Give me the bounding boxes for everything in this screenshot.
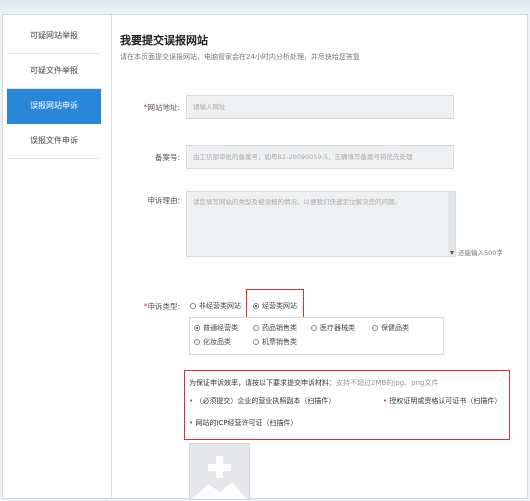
sidebar-item-suspicious-site-report[interactable]: 可疑网站举报 [7,19,101,54]
textarea-scrollbar[interactable] [448,192,455,256]
upload-button[interactable] [189,443,250,500]
page-frame: 可疑网站举报 可疑文件举报 误报网站申诉 误报文件申诉 我要提交误报网站 请在本… [2,14,528,500]
sidebar-item-suspicious-file-report[interactable]: 可疑文件举报 [7,54,101,89]
requirement-business-license: • （必须提交）企业的营业执照副本（扫描件） [189,397,336,405]
radio-icon [253,339,259,345]
icp-label: 备案号: [154,153,180,162]
requirement-authorization: • 授权证明或资格认可证书（扫描件） [383,397,502,405]
url-label: *网站地址: [143,103,180,112]
suboption-air-ticket-sales[interactable]: 机票销售类 [253,337,297,347]
suboption-drug-sales[interactable]: 药品销售类 [253,323,297,333]
sidebar-item-false-positive-site-appeal[interactable]: 误报网站申诉 [7,89,101,124]
main-content: 我要提交误报网站 请在本页面提交误报网站，电脑管家会在24小时内分析处理，并尽快… [112,15,526,500]
url-input[interactable]: 请输入网址 [186,95,454,119]
reason-placeholder: 请您填写网站的类型及被误报的情况，以便我们快速定位解决您的问题。 [193,198,401,206]
upload-hint: 支持不超过2MB的jpg、png文件 [336,379,439,387]
requirement-icp-license: • 网站的ICP经营许可证（扫描件） [189,419,298,427]
radio-icon [253,325,259,331]
top-band [0,0,530,14]
sidebar: 可疑网站举报 可疑文件举报 误报网站申诉 误报文件申诉 [3,15,112,498]
reason-label: 申诉理由: [147,196,180,205]
reason-textarea[interactable]: 请您填写网站的类型及被误报的情况，以便我们快速定位解决您的问题。 [186,191,456,257]
page-title: 我要提交误报网站 [120,34,208,47]
suboption-general[interactable]: 普通经营类 [194,323,238,333]
type-label: *申诉类型: [143,302,180,311]
char-counter: 还能输入500字 [458,249,503,257]
page-subtitle: 请在本页面提交误报网站，电脑管家会在24小时内分析处理，并尽快给您答复 [120,53,360,61]
plus-icon [192,456,247,499]
suboption-cosmetics[interactable]: 化妆品类 [194,337,231,347]
requirements-intro: 为保证申诉效率，请按以下要求提交申诉材料：支持不超过2MB的jpg、png文件 [189,379,439,387]
radio-icon [372,325,378,331]
icp-input[interactable]: 由工信部审批的备案号，如粤B2-20090059-5，正确填写备案号将优先处理 [186,145,454,169]
suboption-health-products[interactable]: 保健品类 [372,323,409,333]
suboption-medical-device[interactable]: 医疗器械类 [311,323,355,333]
radio-icon [194,339,200,345]
radio-icon [190,303,196,309]
scroll-down-icon[interactable] [450,251,454,255]
type-option-non-commercial[interactable]: 非经营类网站 [190,301,241,311]
radio-selected-icon [194,325,200,331]
sidebar-item-false-positive-file-appeal[interactable]: 误报文件申诉 [7,124,101,159]
radio-icon [311,325,317,331]
commercial-highlight-box [246,289,304,320]
